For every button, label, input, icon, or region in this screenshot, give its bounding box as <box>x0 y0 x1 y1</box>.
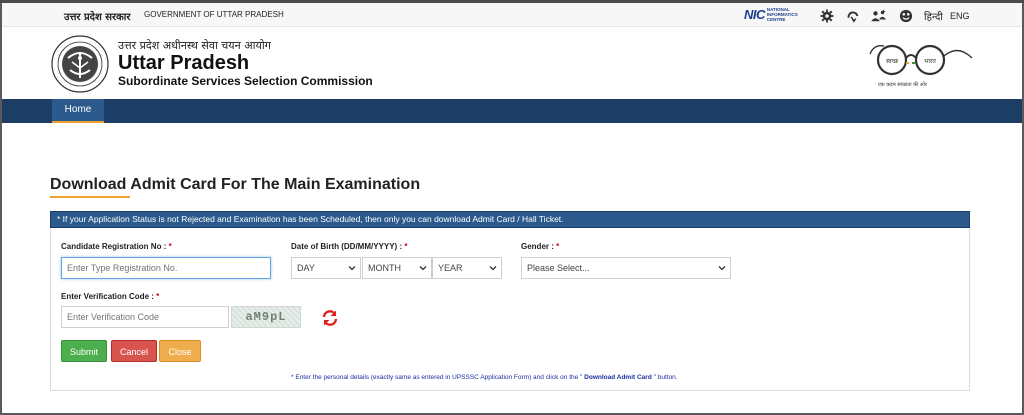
nic-full-name: NATIONAL INFORMATICS CENTRE <box>767 7 798 22</box>
dob-month-value: MONTH <box>368 263 401 273</box>
registration-label: Candidate Registration No : * <box>61 242 172 251</box>
top-bar: उत्तर प्रदेश सरकार GOVERNMENT OF UTTAR P… <box>2 3 1022 27</box>
eligibility-notice: * If your Application Status is not Reje… <box>50 211 970 228</box>
nic-line-3: CENTRE <box>766 17 786 22</box>
note-text-bold: Download Admit Card <box>582 374 654 381</box>
swachh-bharat-logo-icon: स्वच्छ भारत एक कदम स्वच्छता की ओर <box>869 44 973 88</box>
dob-day-select[interactable]: DAY <box>291 257 361 279</box>
verification-code-input[interactable] <box>61 306 229 328</box>
language-hindi-link[interactable]: हिन्दी <box>924 9 943 23</box>
registration-input[interactable] <box>61 257 271 279</box>
language-english-link[interactable]: ENG <box>950 11 970 21</box>
gov-name-english: GOVERNMENT OF UTTAR PRADESH <box>144 10 284 19</box>
commission-name-hindi: उत्तर प्रदेश अधीनस्थ सेवा चयन आयोग <box>118 39 271 52</box>
chevron-down-icon <box>489 266 497 271</box>
swachh-tagline: एक कदम स्वच्छता की ओर <box>878 81 928 88</box>
admit-card-form: Candidate Registration No : * Date of Bi… <box>50 228 970 391</box>
font-size-icon[interactable] <box>870 9 888 23</box>
title-underline <box>50 196 130 198</box>
chevron-down-icon <box>419 266 427 271</box>
gender-select[interactable]: Please Select... <box>521 257 731 279</box>
main-nav: Home <box>2 99 1022 123</box>
cancel-button[interactable]: Cancel <box>111 340 157 362</box>
dob-label-text: Date of Birth (DD/MM/YYYY) : <box>291 242 405 251</box>
up-emblem-icon[interactable] <box>50 34 110 94</box>
form-instruction-note: * Enter the personal details (exactly sa… <box>291 374 678 381</box>
dob-day-value: DAY <box>297 263 315 273</box>
submit-button[interactable]: Submit <box>61 340 107 362</box>
dob-year-select[interactable]: YEAR <box>432 257 502 279</box>
nic-logo[interactable]: NIC NATIONAL INFORMATICS CENTRE <box>744 7 798 22</box>
gender-label-text: Gender : <box>521 242 557 251</box>
required-mark: * <box>404 242 408 251</box>
close-button[interactable]: Close <box>159 340 201 362</box>
chevron-down-icon <box>348 266 356 271</box>
required-mark: * <box>156 292 160 301</box>
screen-reader-icon[interactable] <box>846 9 860 23</box>
swachh-text: स्वच्छ <box>886 58 899 65</box>
dob-label: Date of Birth (DD/MM/YYYY) : * <box>291 242 407 251</box>
required-mark: * <box>168 242 172 251</box>
site-header: उत्तर प्रदेश अधीनस्थ सेवा चयन आयोग Uttar… <box>2 28 1022 99</box>
captcha-image: aM9pL <box>231 306 301 328</box>
chevron-down-icon <box>718 266 726 271</box>
note-text-end: " button. <box>653 374 678 381</box>
gender-value: Please Select... <box>527 263 590 273</box>
note-text-start: * Enter the personal details (exactly sa… <box>291 374 583 381</box>
registration-label-text: Candidate Registration No : <box>61 242 169 251</box>
required-mark: * <box>556 242 560 251</box>
verification-label: Enter Verification Code : * <box>61 292 159 301</box>
contrast-icon[interactable] <box>899 9 913 23</box>
site-subtitle: Subordinate Services Selection Commissio… <box>118 74 373 88</box>
nic-logo-text: NIC <box>744 7 765 22</box>
dob-year-value: YEAR <box>438 263 463 273</box>
nav-home-link[interactable]: Home <box>52 99 104 123</box>
gov-name-hindi: उत्तर प्रदेश सरकार <box>64 12 131 23</box>
gear-icon[interactable] <box>820 9 834 23</box>
bharat-text: भारत <box>924 58 936 65</box>
dob-month-select[interactable]: MONTH <box>362 257 432 279</box>
gender-label: Gender : * <box>521 242 559 251</box>
site-title: Uttar Pradesh <box>118 52 250 74</box>
refresh-captcha-icon[interactable] <box>321 309 339 327</box>
page-title: Download Admit Card For The Main Examina… <box>50 176 421 193</box>
verification-label-text: Enter Verification Code : <box>61 292 157 301</box>
